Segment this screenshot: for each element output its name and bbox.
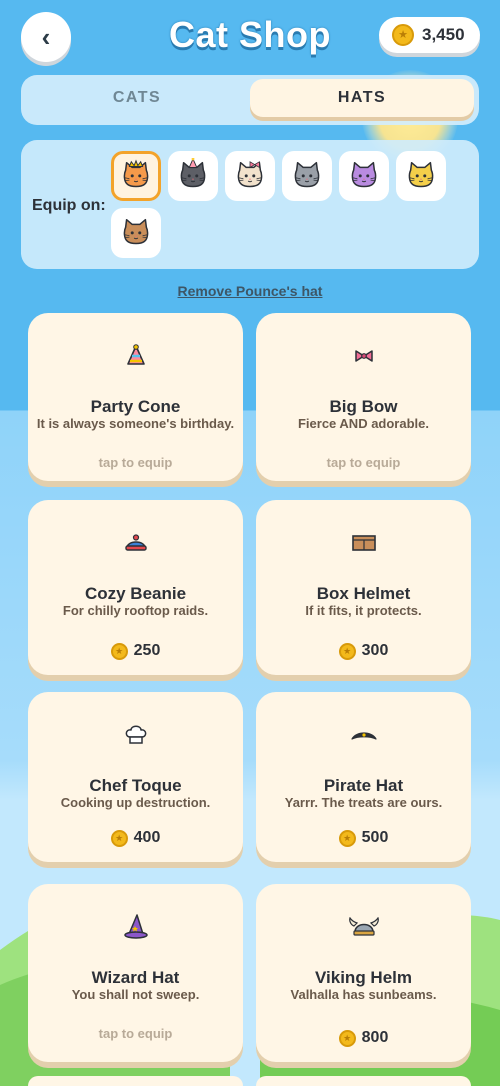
cat-slot-orange-cat[interactable] [111, 151, 161, 201]
hat-description: Cooking up destruction. [60, 795, 211, 810]
cat-face-icon [405, 158, 437, 195]
cat-face-icon [348, 158, 380, 195]
hat-name: Box Helmet [316, 584, 411, 603]
coin-icon: ★ [110, 642, 128, 660]
price-tag: ★ 500 [256, 829, 471, 847]
hat-card-partial[interactable] [256, 1076, 471, 1086]
cat-slot-dark-gray-cat[interactable] [168, 151, 218, 201]
hat-name: Pirate Hat [323, 776, 404, 795]
shop-tabs: CATS HATS [21, 75, 479, 125]
cat-face-icon [234, 158, 266, 195]
hat-name: Cozy Beanie [84, 584, 187, 603]
tap-to-equip-hint: tap to equip [326, 455, 401, 470]
hat-name: Viking Helm [315, 968, 412, 987]
hat-description: It is always someone's birthday. [36, 416, 235, 431]
price-tag: ★ 400 [28, 829, 243, 847]
chef-toque-icon [28, 720, 243, 750]
equip-panel: Equip on: [21, 140, 479, 269]
hat-name: Chef Toque [89, 776, 182, 795]
hat-card-partial[interactable] [28, 1076, 243, 1086]
cat-slot-purple-cat[interactable] [339, 151, 389, 201]
cat-face-icon [120, 158, 152, 195]
hat-name: Party Cone [90, 397, 181, 416]
cat-face-icon [291, 158, 323, 195]
cat-slot-cream-cat[interactable] [225, 151, 275, 201]
beanie-icon [28, 528, 243, 558]
hat-description: For chilly rooftop raids. [62, 603, 209, 618]
price-tag: ★ 300 [256, 642, 471, 660]
hat-card[interactable]: Viking Helm Valhalla has sunbeams. ★ 800 [256, 884, 471, 1062]
price-value: 300 [361, 642, 389, 659]
price-value: 400 [133, 829, 161, 846]
hat-card[interactable]: Pirate Hat Yarrr. The treats are ours. ★ 50… [256, 692, 471, 862]
hat-description: If it fits, it protects. [305, 603, 422, 618]
cat-face-icon [177, 157, 209, 195]
hat-card[interactable]: Big Bow Fierce AND adorable. tap to equip [256, 313, 471, 481]
hat-card[interactable]: Chef Toque Cooking up destruction. ★ 400 [28, 692, 243, 862]
cat-face-icon [120, 215, 152, 252]
equip-label: Equip on: [32, 197, 106, 214]
coin-icon: ★ [338, 642, 356, 660]
price-value: 250 [133, 642, 161, 659]
price-tag: ★ 250 [28, 642, 243, 660]
party-cone-icon [28, 341, 243, 371]
tab-cats[interactable]: CATS [26, 79, 248, 117]
hat-description: Valhalla has sunbeams. [290, 987, 437, 1002]
hat-description: You shall not sweep. [71, 987, 200, 1002]
coin-balance-value: 3,450 [422, 25, 465, 44]
box-helmet-icon [256, 528, 471, 558]
tab-hats[interactable]: HATS [250, 79, 474, 117]
hat-card[interactable]: Cozy Beanie For chilly rooftop raids. ★ 250 [28, 500, 243, 675]
hat-name: Wizard Hat [91, 968, 180, 987]
price-value: 500 [361, 829, 389, 846]
price-tag: ★ 800 [256, 1029, 471, 1047]
bow-icon [256, 341, 471, 371]
coin-icon: ★ [392, 24, 414, 46]
coin-icon: ★ [338, 1029, 356, 1047]
tap-to-equip-hint: tap to equip [98, 1026, 173, 1041]
price-value: 800 [361, 1029, 389, 1046]
pirate-hat-icon [256, 720, 471, 750]
cat-slot-gray-cat[interactable] [282, 151, 332, 201]
hat-card[interactable]: Party Cone It is always someone's birthda… [28, 313, 243, 481]
coin-icon: ★ [338, 829, 356, 847]
hat-description: Fierce AND adorable. [297, 416, 429, 431]
cat-slot-brown-cat[interactable] [111, 208, 161, 258]
hat-card[interactable]: Box Helmet If it fits, it protects. ★ 300 [256, 500, 471, 675]
coin-icon: ★ [110, 829, 128, 847]
hat-name: Big Bow [329, 397, 398, 416]
cat-slot-yellow-cat[interactable] [396, 151, 446, 201]
remove-hat-link[interactable]: Remove Pounce's hat [0, 283, 500, 299]
hat-description: Yarrr. The treats are ours. [284, 795, 443, 810]
viking-helm-icon [256, 912, 471, 942]
tap-to-equip-hint: tap to equip [98, 455, 173, 470]
coin-balance: ★ 3,450 [379, 17, 480, 53]
wizard-hat-icon [28, 912, 243, 942]
hat-card[interactable]: Wizard Hat You shall not sweep. tap to equ… [28, 884, 243, 1062]
